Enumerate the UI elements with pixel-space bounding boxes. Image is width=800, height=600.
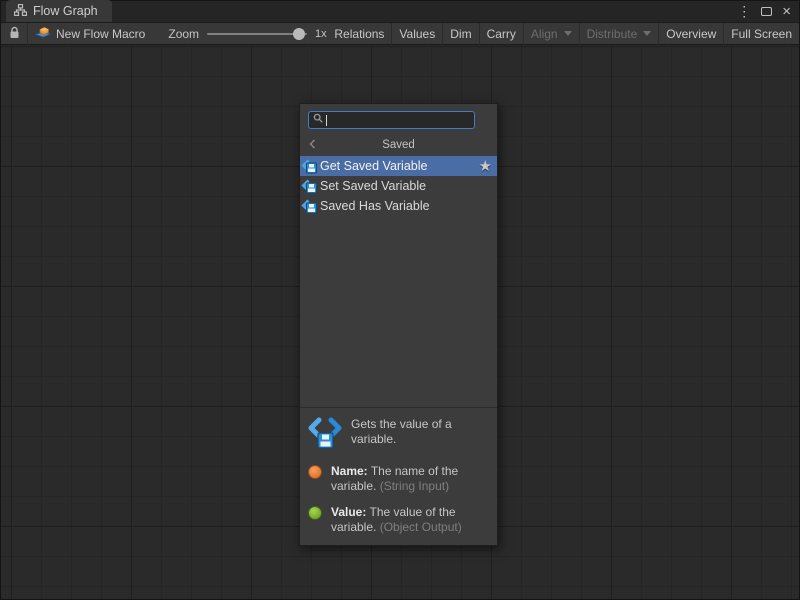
values-button[interactable]: Values (391, 23, 442, 45)
string-input-port-icon (308, 465, 322, 479)
get-variable-large-icon (308, 417, 342, 453)
overview-button[interactable]: Overview (658, 23, 723, 45)
description-panel: Gets the value of a variable. Name: The … (300, 407, 497, 545)
chevron-down-icon (564, 31, 572, 36)
description-summary-row: Gets the value of a variable. (308, 417, 489, 453)
list-item-get-saved-variable[interactable]: Get Saved Variable ★ (300, 156, 497, 176)
star-icon[interactable]: ★ (479, 159, 492, 174)
has-variable-icon (301, 198, 318, 215)
dim-button[interactable]: Dim (442, 23, 478, 45)
get-variable-icon (301, 158, 318, 175)
zoom-slider-track (207, 33, 307, 35)
kebab-menu-icon[interactable]: ⋮ (737, 4, 751, 18)
port-row-name: Name: The name of the variable. (String … (308, 464, 489, 494)
description-summary: Gets the value of a variable. (351, 417, 489, 453)
search-input[interactable] (308, 111, 475, 129)
tab-bar: Flow Graph ⋮ × (1, 1, 799, 23)
full-screen-button[interactable]: Full Screen (723, 23, 799, 45)
list-item-saved-has-variable[interactable]: Saved Has Variable (300, 196, 497, 216)
search-area (300, 104, 497, 133)
new-flow-macro-label: New Flow Macro (56, 27, 145, 41)
search-icon (313, 113, 324, 127)
distribute-dropdown-button[interactable]: Distribute (579, 23, 659, 45)
category-header: Saved (300, 133, 497, 156)
tab-title: Flow Graph (33, 4, 98, 18)
port-value-text: Value: The value of the variable. (Objec… (331, 505, 479, 535)
chevron-left-icon[interactable] (308, 138, 317, 153)
flow-graph-window: Flow Graph ⋮ × N (0, 0, 800, 600)
zoom-label: Zoom (168, 27, 199, 41)
new-flow-macro-button[interactable]: New Flow Macro (27, 23, 152, 45)
zoom-slider[interactable] (207, 23, 307, 45)
object-output-port-icon (308, 506, 322, 520)
zoom-slider-handle[interactable] (293, 28, 305, 40)
list-item-set-saved-variable[interactable]: Set Saved Variable (300, 176, 497, 196)
tab-flow-graph[interactable]: Flow Graph (6, 0, 112, 22)
window-controls: ⋮ × (737, 0, 799, 22)
chevron-down-icon (643, 31, 651, 36)
category-title: Saved (382, 139, 415, 151)
flow-macro-icon (35, 25, 52, 43)
graph-hierarchy-icon (14, 4, 27, 19)
text-cursor (326, 115, 327, 126)
lock-button[interactable] (1, 23, 27, 45)
option-list: Get Saved Variable ★ Set Saved Variable (300, 156, 497, 407)
graph-toolbar: New Flow Macro Zoom 1x Relations Values … (1, 23, 799, 45)
port-row-value: Value: The value of the variable. (Objec… (308, 505, 489, 535)
align-dropdown-button[interactable]: Align (523, 23, 579, 45)
lock-icon (9, 26, 20, 42)
close-icon[interactable]: × (782, 4, 791, 19)
maximize-icon[interactable] (761, 7, 772, 16)
set-variable-icon (301, 178, 318, 195)
toolbar-right-group: Relations Values Dim Carry Align Distrib… (327, 23, 799, 45)
carry-button[interactable]: Carry (479, 23, 523, 45)
relations-button[interactable]: Relations (327, 23, 391, 45)
port-name-text: Name: The name of the variable. (String … (331, 464, 479, 494)
fuzzy-finder-popup: Saved Get Saved Variable ★ (299, 103, 498, 546)
zoom-value: 1x (315, 28, 327, 40)
